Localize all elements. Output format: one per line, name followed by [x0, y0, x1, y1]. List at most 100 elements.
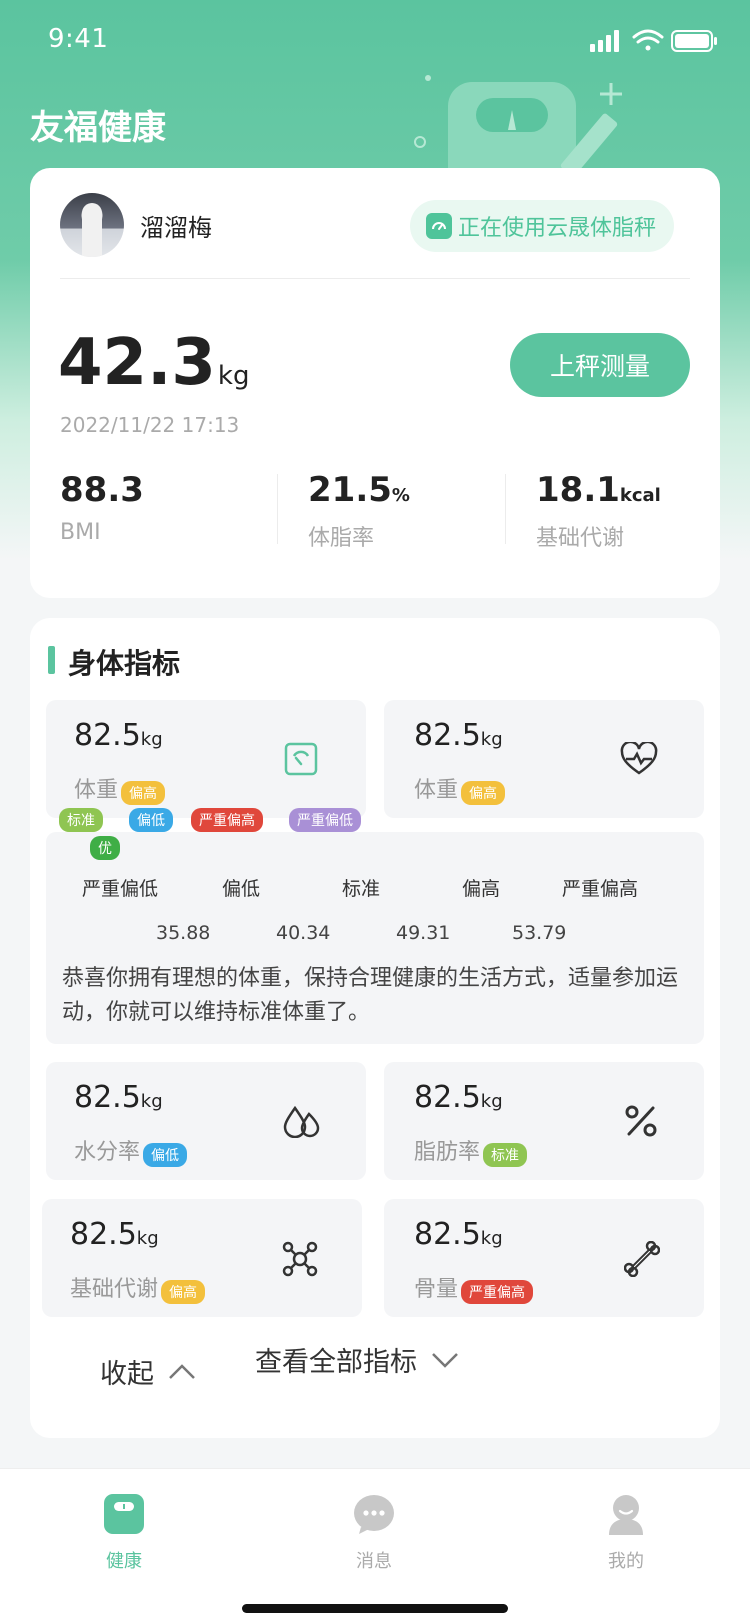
metric-label: 体脂率	[308, 526, 375, 551]
app-title: 友福健康	[30, 108, 166, 148]
tile-label: 体重	[414, 778, 459, 803]
heart-weight-tile[interactable]: 82.5kg 体重 偏高	[384, 700, 704, 818]
avatar-figure	[82, 203, 102, 257]
tab-label: 健康	[106, 1551, 142, 1572]
tile-value: 82.5	[414, 1080, 481, 1115]
tile-unit: kg	[140, 729, 163, 750]
legend-badge-very-high: 严重偏高	[191, 808, 263, 832]
fat-rate-tile[interactable]: 82.5kg 脂肪率 标准	[384, 1062, 704, 1180]
tile-unit: kg	[140, 1091, 163, 1112]
section-title: 身体指标	[68, 647, 181, 680]
scale-tab-icon	[104, 1494, 144, 1534]
molecule-icon	[282, 1241, 318, 1277]
header-decoration-icon	[414, 75, 622, 180]
bmr-tile[interactable]: 82.5kg 基础代谢 偏高	[42, 1199, 362, 1317]
scale-icon	[284, 742, 318, 776]
profile-card: 溜溜梅 正在使用云晟体脂秤 42.3kg 2022/11/22 17:13 上秤…	[30, 168, 720, 598]
body-fat-metric: 21.5% 体脂率	[308, 470, 410, 552]
heartbeat-icon	[620, 742, 658, 775]
metric-label: 基础代谢	[536, 526, 625, 551]
scale-threshold: 49.31	[396, 922, 451, 944]
tile-value: 82.5	[414, 718, 481, 753]
percent-icon	[625, 1105, 657, 1137]
tab-label: 消息	[356, 1551, 392, 1572]
chevron-up-icon	[169, 1363, 195, 1379]
view-all-label: 查看全部指标	[255, 1347, 417, 1378]
battery-icon	[671, 30, 717, 52]
status-badge: 偏高	[161, 1279, 206, 1304]
status-badge: 标准	[483, 1142, 528, 1167]
legend-badge-very-low: 严重偏低	[289, 808, 361, 832]
bmr-metric: 18.1kcal 基础代谢	[536, 470, 661, 552]
status-time: 9:41	[48, 24, 109, 54]
metric-value: 21.5	[308, 470, 392, 510]
bone-mass-tile[interactable]: 82.5kg 骨量 严重偏高	[384, 1199, 704, 1317]
scale-level: 偏低	[222, 878, 261, 900]
status-badge: 严重偏高	[461, 1279, 534, 1304]
water-drops-icon	[283, 1105, 320, 1138]
scale-threshold: 40.34	[276, 922, 331, 944]
scale-threshold: 53.79	[512, 922, 567, 944]
tile-label: 水分率	[74, 1140, 141, 1165]
measure-button[interactable]: 上秤测量	[510, 333, 690, 397]
legend-badges: 标准	[56, 808, 103, 832]
weight-tile[interactable]: 82.5kg 体重 偏高	[46, 700, 366, 818]
legend-badge-good: 优	[90, 836, 120, 860]
scale-level: 严重偏高	[562, 878, 639, 900]
water-rate-tile[interactable]: 82.5kg 水分率 偏低	[46, 1062, 366, 1180]
metric-unit: %	[391, 485, 410, 506]
device-status-pill[interactable]: 正在使用云晟体脂秤	[410, 200, 675, 252]
gauge-icon	[426, 213, 452, 239]
legend-badge-wrap: 严重偏高	[188, 808, 263, 832]
scale-threshold: 35.88	[156, 922, 211, 944]
view-all-button[interactable]: 查看全部指标	[255, 1340, 459, 1379]
collapse-label: 收起	[100, 1359, 154, 1390]
status-badge: 偏高	[121, 780, 166, 805]
status-badge: 偏高	[461, 780, 506, 805]
device-status-text: 正在使用云晟体脂秤	[458, 216, 657, 241]
divider	[60, 278, 690, 279]
tile-label: 基础代谢	[70, 1277, 159, 1302]
tile-unit: kg	[480, 1228, 503, 1249]
metric-separator	[505, 474, 506, 544]
section-accent-bar	[48, 646, 55, 674]
tile-value: 82.5	[70, 1217, 137, 1252]
detail-description: 恭喜你拥有理想的体重，保持合理健康的生活方式，适量参加运动，你就可以维持标准体重…	[62, 966, 679, 1025]
weight-unit: kg	[217, 361, 250, 391]
collapse-button[interactable]: 收起	[100, 1352, 196, 1391]
user-icon	[609, 1495, 643, 1535]
tile-value: 82.5	[74, 1080, 141, 1115]
status-badge: 偏低	[143, 1142, 188, 1167]
tile-unit: kg	[480, 1091, 503, 1112]
tile-unit: kg	[480, 729, 503, 750]
bmi-metric: 88.3 BMI	[60, 470, 144, 545]
metric-unit: kcal	[619, 485, 661, 506]
measure-timestamp: 2022/11/22 17:13	[60, 413, 240, 437]
tile-value: 82.5	[74, 718, 141, 753]
weight-detail-panel: 严重偏低 偏低 标准 偏高 严重偏高 35.88 40.34 49.31 53.…	[46, 832, 704, 1044]
legend-badge-standard: 标准	[59, 808, 103, 832]
tile-label: 体重	[74, 778, 119, 803]
tab-messages[interactable]: 消息	[314, 1493, 434, 1573]
tab-health[interactable]: 健康	[64, 1493, 184, 1573]
tile-unit: kg	[136, 1228, 159, 1249]
body-index-card: 身体指标 82.5kg 体重 偏高 82.5kg 体重 偏高 标准 偏低 严重偏高 …	[30, 618, 720, 1438]
tab-label: 我的	[608, 1551, 644, 1572]
user-name: 溜溜梅	[140, 214, 212, 242]
scale-level: 偏高	[462, 878, 501, 900]
scale-level: 标准	[342, 878, 381, 900]
legend-badge-wrap: 偏低	[126, 808, 173, 832]
avatar[interactable]	[60, 193, 124, 257]
metric-value: 88.3	[60, 470, 144, 510]
tile-value: 82.5	[414, 1217, 481, 1252]
home-indicator	[242, 1604, 508, 1613]
chevron-down-icon	[432, 1352, 458, 1368]
tab-profile[interactable]: 我的	[566, 1493, 686, 1573]
tab-bar: 健康 消息 我的	[0, 1468, 750, 1624]
metric-value: 18.1	[536, 470, 620, 510]
legend-badge-wrap: 严重偏低	[286, 808, 361, 832]
legend-badge-low: 偏低	[129, 808, 173, 832]
legend-badge-wrap: 优	[87, 836, 120, 860]
scale-level: 严重偏低	[82, 878, 159, 900]
signal-icon	[590, 30, 619, 52]
